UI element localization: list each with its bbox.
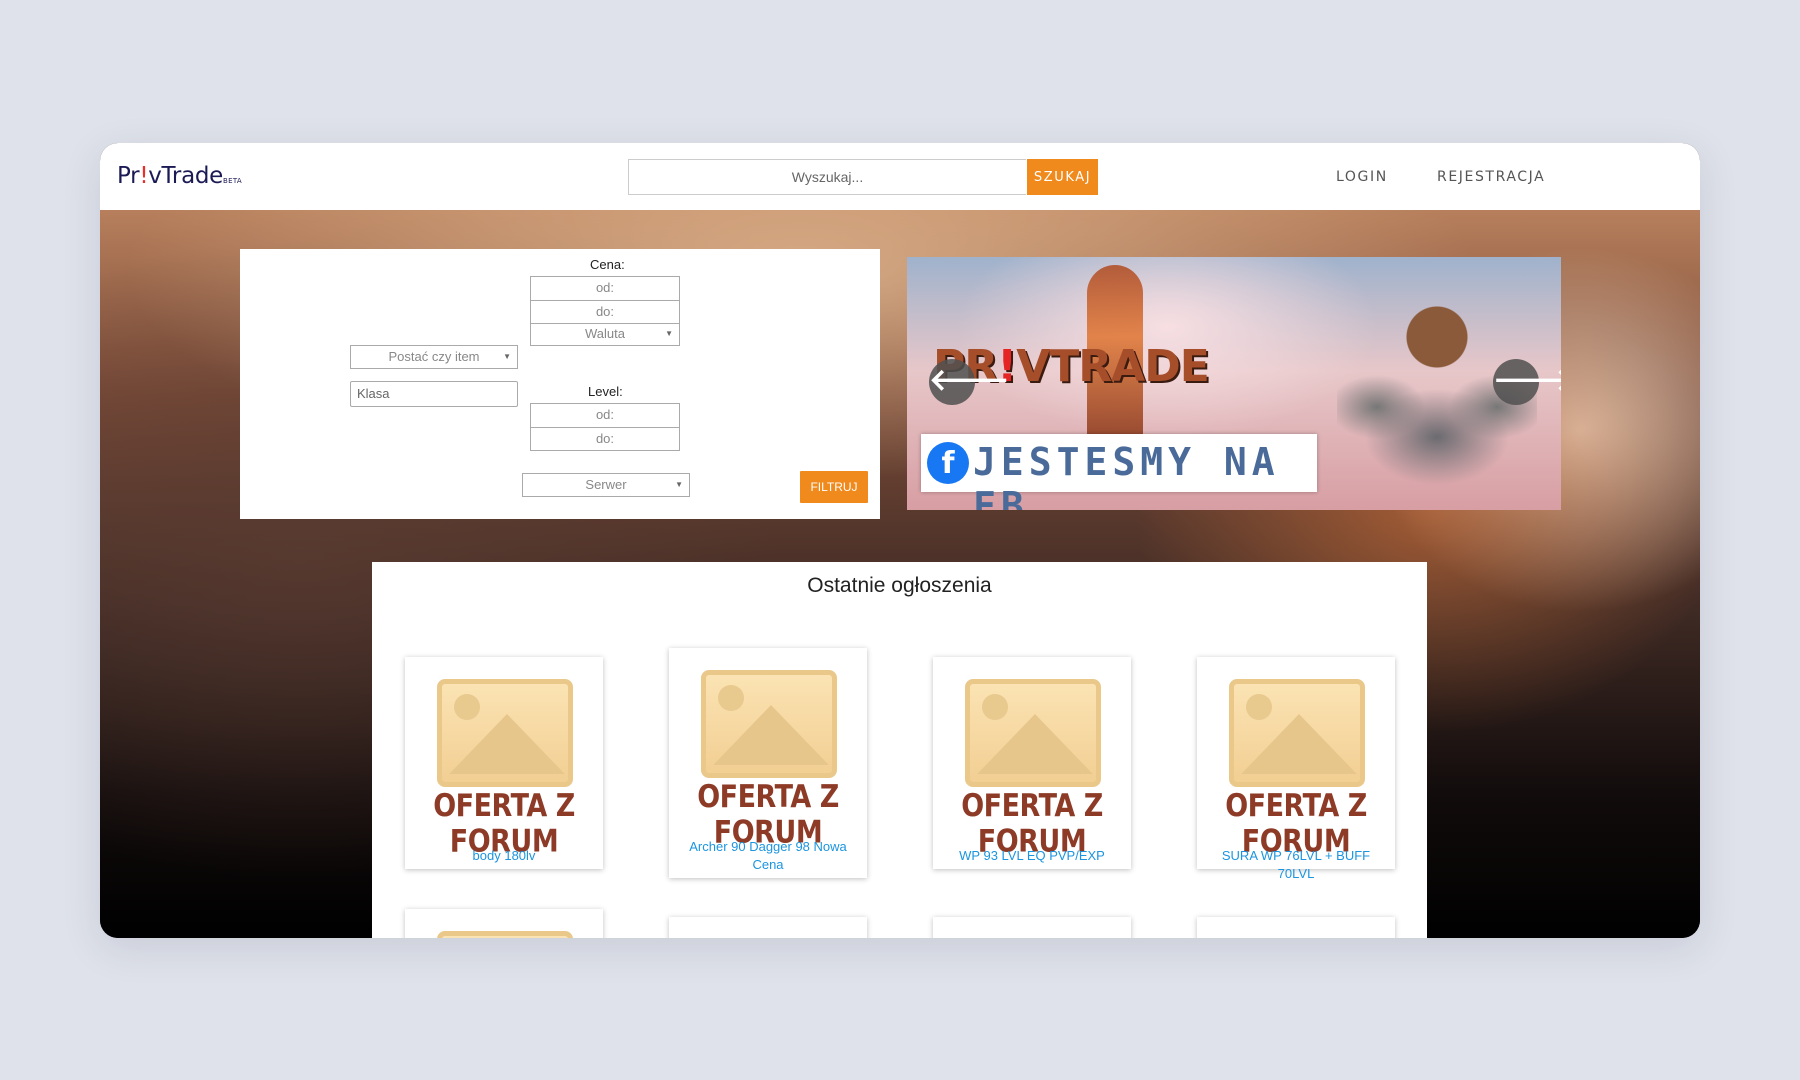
listing-card[interactable]: OFERTA Z FORUM SURA WP 76LVL + BUFF 70LV… [1197, 657, 1395, 881]
server-select-value: Serwer [585, 477, 627, 492]
type-select[interactable]: Postać czy item ▼ [350, 345, 518, 369]
currency-select[interactable]: Waluta ▼ [530, 324, 680, 346]
recent-listings: Ostatnie ogłoszenia OFERTA Z FORUM body … [372, 562, 1427, 938]
carousel-prev-arrow-icon[interactable]: 🡐 [929, 359, 1009, 405]
search-input[interactable] [628, 159, 1026, 195]
facebook-icon: f [927, 442, 969, 484]
logo-suffix: vTrade [148, 163, 224, 189]
browser-window: Pr!vTradeBETA SZUKAJ LOGIN REJESTRACJA C… [100, 143, 1700, 938]
class-input[interactable]: Klasa [350, 381, 518, 407]
price-from-input[interactable]: od: [530, 276, 680, 300]
currency-select-value: Waluta [585, 326, 625, 341]
listing-title-link[interactable]: SURA WP 76LVL + BUFF 70LVL [1203, 847, 1389, 883]
listing-title-link[interactable]: Archer 90 Dagger 98 Nowa Cena [675, 838, 861, 874]
server-select[interactable]: Serwer ▼ [522, 473, 690, 497]
carousel-next-arrow-icon[interactable]: 🡒 [1493, 359, 1561, 405]
listing-card[interactable]: OFERTA Z FORUM Archer 90 Dagger 98 Nowa … [669, 648, 867, 878]
listing-card[interactable] [1197, 917, 1395, 938]
listing-card[interactable] [669, 917, 867, 938]
logo-prefix: Pr [117, 163, 140, 189]
search-button[interactable]: SZUKAJ [1027, 159, 1098, 195]
top-navbar: Pr!vTradeBETA SZUKAJ LOGIN REJESTRACJA [100, 143, 1700, 211]
image-placeholder-icon [437, 931, 573, 938]
promo-carousel: PR!VTRADE f JESTESMY NA FB 🡐 🡒 [907, 257, 1561, 510]
level-to-input[interactable]: do: [530, 427, 680, 451]
listings-title: Ostatnie ogłoszenia [807, 574, 992, 597]
beta-badge: BETA [223, 177, 242, 185]
site-logo[interactable]: Pr!vTradeBETA [117, 163, 242, 189]
type-select-value: Postać czy item [388, 349, 480, 364]
register-link[interactable]: REJESTRACJA [1437, 169, 1545, 185]
listing-title-link[interactable]: WP 93 LVL EQ PVP/EXP [939, 847, 1125, 865]
listing-card[interactable]: OFERTA Z FORUM body 180lv [405, 657, 603, 869]
listing-title-link[interactable]: body 180lv [411, 847, 597, 865]
image-placeholder-icon [1229, 679, 1365, 787]
listing-card[interactable] [933, 917, 1131, 938]
chevron-down-icon: ▼ [503, 352, 511, 361]
image-placeholder-icon [965, 679, 1101, 787]
logo-bang: ! [139, 163, 149, 189]
price-to-input[interactable]: do: [530, 300, 680, 324]
facebook-promo-text: JESTESMY NA FB [973, 440, 1280, 510]
facebook-promo[interactable]: f JESTESMY NA FB [921, 434, 1317, 510]
login-link[interactable]: LOGIN [1336, 169, 1388, 185]
listing-card[interactable] [405, 909, 603, 938]
image-placeholder-icon [437, 679, 573, 787]
price-label: Cena: [590, 257, 625, 272]
level-from-input[interactable]: od: [530, 403, 680, 427]
chevron-down-icon: ▼ [665, 329, 673, 338]
filter-button[interactable]: FILTRUJ [800, 471, 868, 503]
chevron-down-icon: ▼ [675, 480, 683, 489]
level-label: Level: [588, 384, 623, 399]
filter-panel: Cena: od: do: Waluta ▼ Postać czy item ▼… [240, 249, 880, 519]
banner-logo-suffix: VTRADE [1016, 341, 1210, 392]
image-placeholder-icon [701, 670, 837, 778]
listing-card[interactable]: OFERTA Z FORUM WP 93 LVL EQ PVP/EXP [933, 657, 1131, 869]
